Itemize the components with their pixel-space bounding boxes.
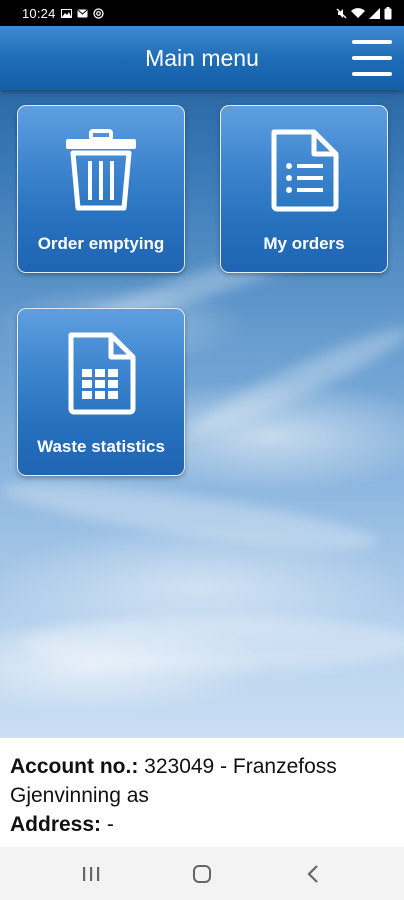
cloud <box>20 616 404 671</box>
tile-label: My orders <box>263 234 345 253</box>
address-label: Address: <box>10 813 102 836</box>
battery-icon <box>384 6 392 19</box>
system-nav-bar <box>0 847 404 900</box>
mute-icon <box>336 8 347 18</box>
document-list-icon <box>271 129 339 212</box>
address-value: - <box>101 813 114 836</box>
account-number-row: Account no.: 323049 - Franzefoss Gjenvin… <box>10 752 394 810</box>
hamburger-menu-icon[interactable] <box>352 40 394 76</box>
wifi-icon <box>351 7 365 18</box>
back-icon[interactable] <box>293 859 333 889</box>
signal-icon <box>369 7 380 19</box>
recent-apps-icon[interactable] <box>71 859 111 889</box>
messages-icon <box>77 9 88 17</box>
status-right <box>336 6 392 20</box>
cloud <box>184 316 404 446</box>
tile-label: Waste statistics <box>37 437 165 456</box>
tile-label: Order emptying <box>37 234 165 253</box>
cloud <box>0 469 381 563</box>
at-icon <box>92 7 104 19</box>
app-header: Main menu <box>0 26 404 90</box>
status-bar: 10:24 <box>0 0 404 26</box>
status-time: 10:24 <box>22 5 56 21</box>
spreadsheet-icon <box>68 332 136 415</box>
home-icon[interactable] <box>182 859 222 889</box>
page-title: Main menu <box>145 44 259 71</box>
address-row: Address: - <box>10 810 394 839</box>
waste-statistics-button[interactable]: Waste statistics <box>17 308 185 476</box>
main-area: Main menu Order emptying My orders Waste… <box>0 26 404 737</box>
trash-bin-icon <box>66 129 136 211</box>
my-orders-button[interactable]: My orders <box>220 105 388 273</box>
gallery-icon <box>60 8 72 18</box>
order-emptying-button[interactable]: Order emptying <box>17 105 185 273</box>
status-left: 10:24 <box>22 6 104 21</box>
account-panel: Account no.: 323049 - Franzefoss Gjenvin… <box>0 737 404 847</box>
account-number-label: Account no.: <box>10 755 139 778</box>
